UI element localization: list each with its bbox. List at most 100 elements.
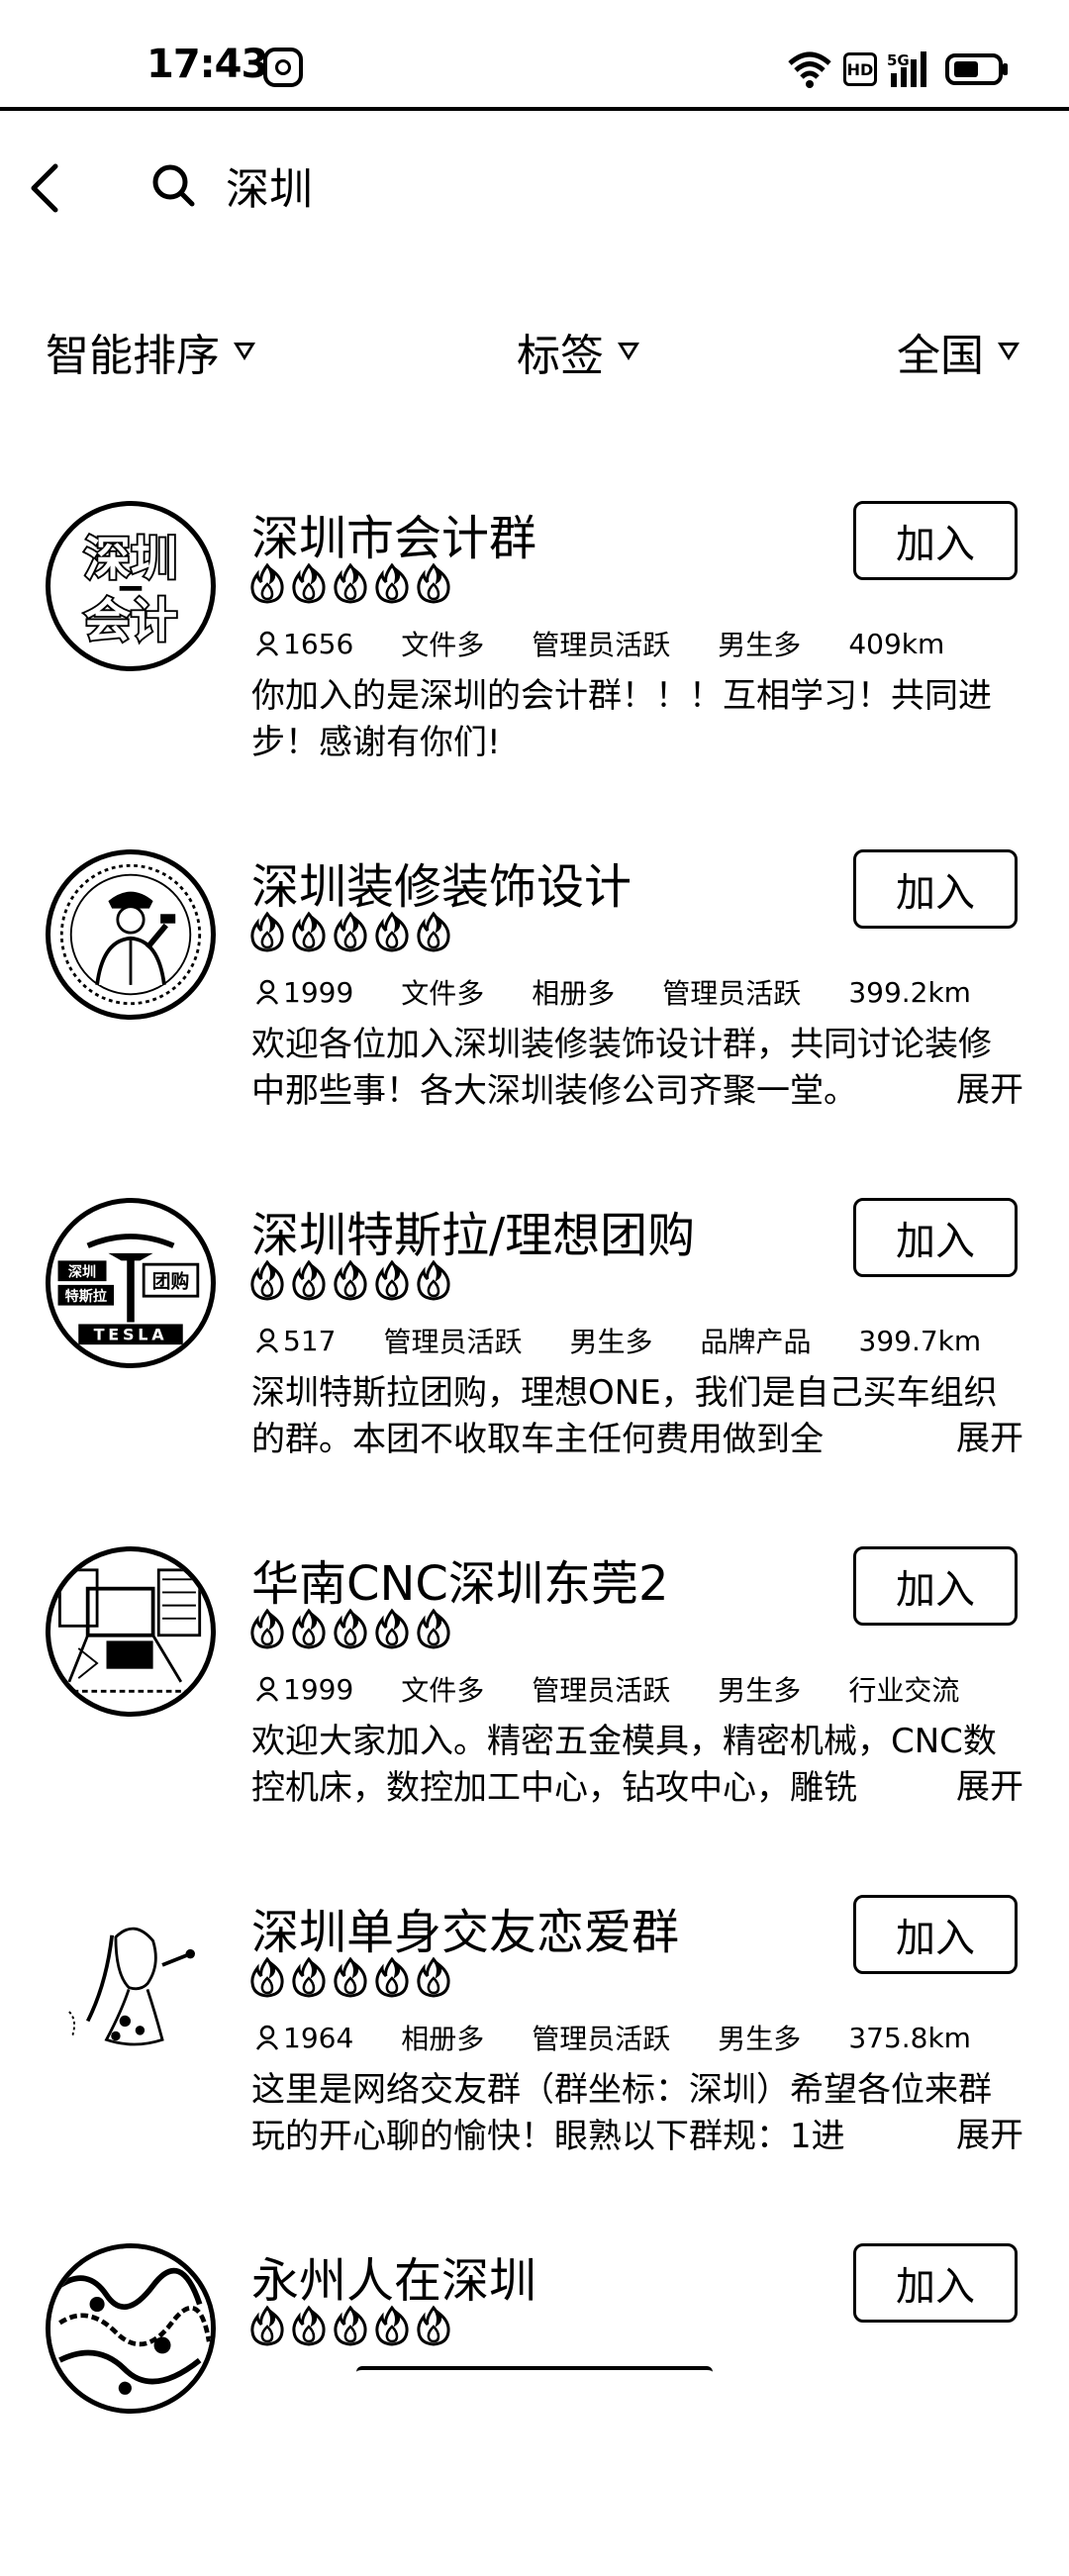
- group-item[interactable]: 深圳 会计 深圳市会计群 1656 文件多 管理员活跃 男生多 409km 你加…: [0, 485, 1069, 834]
- person-icon: [255, 1328, 279, 1353]
- group-tag: 男生多: [718, 1674, 802, 1707]
- group-tag: 文件多: [401, 1674, 485, 1707]
- group-name: 深圳特斯拉/理想团购: [251, 1208, 696, 1263]
- filter-bar: 智能排序 标签 全国: [0, 317, 1069, 386]
- expand-link[interactable]: 展开: [897, 1067, 1023, 1114]
- avatar-text: 深圳: [68, 1263, 96, 1280]
- group-item[interactable]: 永州人在深圳 加入: [0, 2228, 1069, 2576]
- member-count: 517: [255, 1325, 336, 1357]
- member-count: 1999: [255, 1673, 353, 1706]
- flame-icon: [291, 911, 327, 952]
- group-name: 华南CNC深圳东莞2: [251, 1556, 669, 1612]
- person-icon: [255, 2025, 279, 2050]
- flame-icon: [249, 1608, 285, 1649]
- expand-link[interactable]: 展开: [897, 1416, 1023, 1462]
- flame-icon: [374, 562, 410, 604]
- dropdown-triangle-icon: [234, 343, 255, 360]
- expand-link[interactable]: 展开: [897, 1764, 1023, 1811]
- group-name: 永州人在深圳: [251, 2253, 537, 2309]
- home-indicator[interactable]: [356, 2366, 713, 2376]
- group-item[interactable]: 深圳 特斯拉 团购 TESLA 深圳特斯拉/理想团购 517 管理员活跃 男生多…: [0, 1182, 1069, 1531]
- group-tag: 男生多: [718, 2023, 802, 2055]
- camera-app-icon: [263, 48, 303, 87]
- group-name: 深圳装修装饰设计: [251, 859, 632, 915]
- group-tag: 文件多: [401, 977, 485, 1010]
- group-avatar: 深圳 会计: [46, 501, 216, 671]
- group-distance: 409km: [848, 627, 945, 660]
- filter-region[interactable]: 全国: [897, 317, 1020, 386]
- flame-icon: [291, 2305, 327, 2346]
- join-button[interactable]: 加入: [853, 501, 1018, 580]
- group-avatar: [46, 2243, 216, 2414]
- back-arrow-icon[interactable]: [20, 150, 75, 220]
- flame-icon: [374, 911, 410, 952]
- group-name: 深圳单身交友恋爱群: [251, 1905, 680, 1960]
- group-tag: 行业交流: [848, 1674, 960, 1707]
- join-button[interactable]: 加入: [853, 1546, 1018, 1626]
- flame-icon: [416, 1259, 451, 1301]
- filter-tags[interactable]: 标签: [517, 317, 639, 386]
- filter-region-label: 全国: [897, 331, 984, 381]
- flame-icon: [249, 1259, 285, 1301]
- group-tag: 管理员活跃: [662, 977, 802, 1010]
- member-count: 1656: [255, 628, 353, 660]
- person-icon: [255, 979, 279, 1005]
- dropdown-triangle-icon: [998, 343, 1020, 360]
- flame-icon: [333, 1956, 368, 1998]
- person-icon: [255, 1676, 279, 1702]
- member-count: 1964: [255, 2022, 353, 2054]
- group-tag: 品牌产品: [700, 1326, 812, 1358]
- expand-link[interactable]: 展开: [897, 2113, 1023, 2159]
- search-input[interactable]: [226, 160, 919, 220]
- join-button[interactable]: 加入: [853, 1198, 1018, 1277]
- hd-badge: HD: [843, 52, 877, 86]
- group-avatar: 深圳 特斯拉 团购 TESLA: [46, 1198, 216, 1368]
- filter-sort-label: 智能排序: [46, 331, 220, 381]
- flame-icon: [416, 1608, 451, 1649]
- flame-icon: [249, 2305, 285, 2346]
- status-icons: HD 5G: [786, 48, 1010, 91]
- group-item[interactable]: 深圳单身交友恋爱群 1964 相册多 管理员活跃 男生多 375.8km 这里是…: [0, 1879, 1069, 2228]
- flame-icon: [416, 2305, 451, 2346]
- search-icon: [148, 160, 200, 212]
- activity-flames: [249, 2305, 451, 2346]
- avatar-text: 深圳: [84, 533, 177, 587]
- activity-flames: [249, 1956, 451, 1998]
- flame-icon: [333, 562, 368, 604]
- flame-icon: [374, 2305, 410, 2346]
- group-meta: 1656 文件多 管理员活跃 男生多 409km: [255, 624, 944, 663]
- avatar-text: 团购: [152, 1270, 190, 1293]
- search-header: [0, 111, 1069, 259]
- flame-icon: [333, 2305, 368, 2346]
- flame-icon: [333, 911, 368, 952]
- flame-icon: [374, 1956, 410, 1998]
- member-count: 1999: [255, 976, 353, 1009]
- flame-icon: [291, 1956, 327, 1998]
- group-tag: 男生多: [569, 1326, 653, 1358]
- svg-text:5G: 5G: [887, 51, 910, 69]
- group-distance: 399.2km: [848, 975, 971, 1009]
- activity-flames: [249, 1608, 451, 1649]
- group-list: 深圳 会计 深圳市会计群 1656 文件多 管理员活跃 男生多 409km 你加…: [0, 485, 1069, 2576]
- filter-tags-label: 标签: [517, 331, 604, 381]
- flame-icon: [416, 1956, 451, 1998]
- dropdown-triangle-icon: [618, 343, 639, 360]
- flame-icon: [291, 562, 327, 604]
- flame-icon: [249, 562, 285, 604]
- flame-icon: [291, 1608, 327, 1649]
- avatar-text: 特斯拉: [65, 1288, 107, 1305]
- join-button[interactable]: 加入: [853, 1895, 1018, 1974]
- filter-sort[interactable]: 智能排序: [46, 317, 255, 386]
- flame-icon: [416, 562, 451, 604]
- join-button[interactable]: 加入: [853, 849, 1018, 929]
- activity-flames: [249, 1259, 451, 1301]
- group-tag: 相册多: [401, 2023, 485, 2055]
- group-tag: 男生多: [718, 629, 802, 661]
- wifi-icon: [786, 50, 833, 89]
- group-tag: 相册多: [532, 977, 616, 1010]
- group-tag: 管理员活跃: [532, 1674, 671, 1707]
- flame-icon: [249, 911, 285, 952]
- join-button[interactable]: 加入: [853, 2243, 1018, 2323]
- group-item[interactable]: 华南CNC深圳东莞2 1999 文件多 管理员活跃 男生多 行业交流 欢迎大家加…: [0, 1531, 1069, 1879]
- group-item[interactable]: 深圳装修装饰设计 1999 文件多 相册多 管理员活跃 399.2km 欢迎各位…: [0, 834, 1069, 1182]
